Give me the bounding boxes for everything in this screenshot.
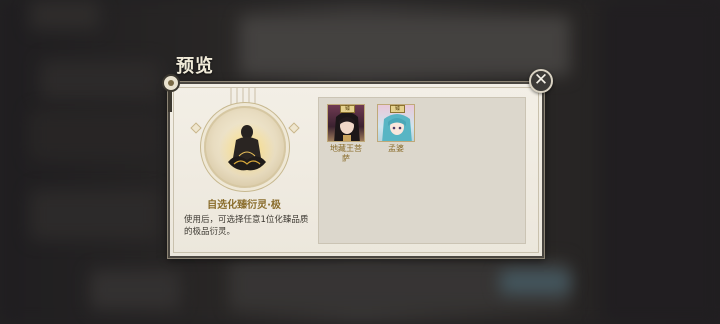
item-info-panel: 自选化臻衍灵·极 使用后，可选择任意1位化臻品质的极品衍灵。 (174, 88, 314, 252)
rarity-badge: 臻 (340, 105, 355, 113)
character-name: 地藏王菩萨 (330, 144, 362, 163)
dialog-title: 预览 (176, 56, 214, 77)
close-button[interactable]: ✕ (529, 69, 553, 93)
lotus-silhouette-icon (219, 122, 275, 178)
character-card[interactable]: 臻 地藏王菩萨 (327, 104, 365, 164)
item-name: 自选化臻衍灵·极 (207, 200, 281, 211)
character-name: 孟婆 (388, 144, 404, 153)
teal-haired-character-portrait: 臻 (377, 104, 415, 142)
emblem-left-diamond-icon (190, 122, 202, 134)
character-preview-grid: 臻 地藏王菩萨 臻 孟婆 (318, 97, 526, 244)
emblem-right-diamond-icon (288, 122, 300, 134)
item-description: 使用后，可选择任意1位化臻品质的极品衍灵。 (184, 215, 309, 237)
lotus-emblem-icon (204, 106, 286, 188)
emblem-background-stripes (230, 88, 260, 108)
character-card[interactable]: 臻 孟婆 (377, 104, 415, 154)
dark-haired-character-portrait: 臻 (327, 104, 365, 142)
rarity-badge: 臻 (390, 105, 405, 113)
